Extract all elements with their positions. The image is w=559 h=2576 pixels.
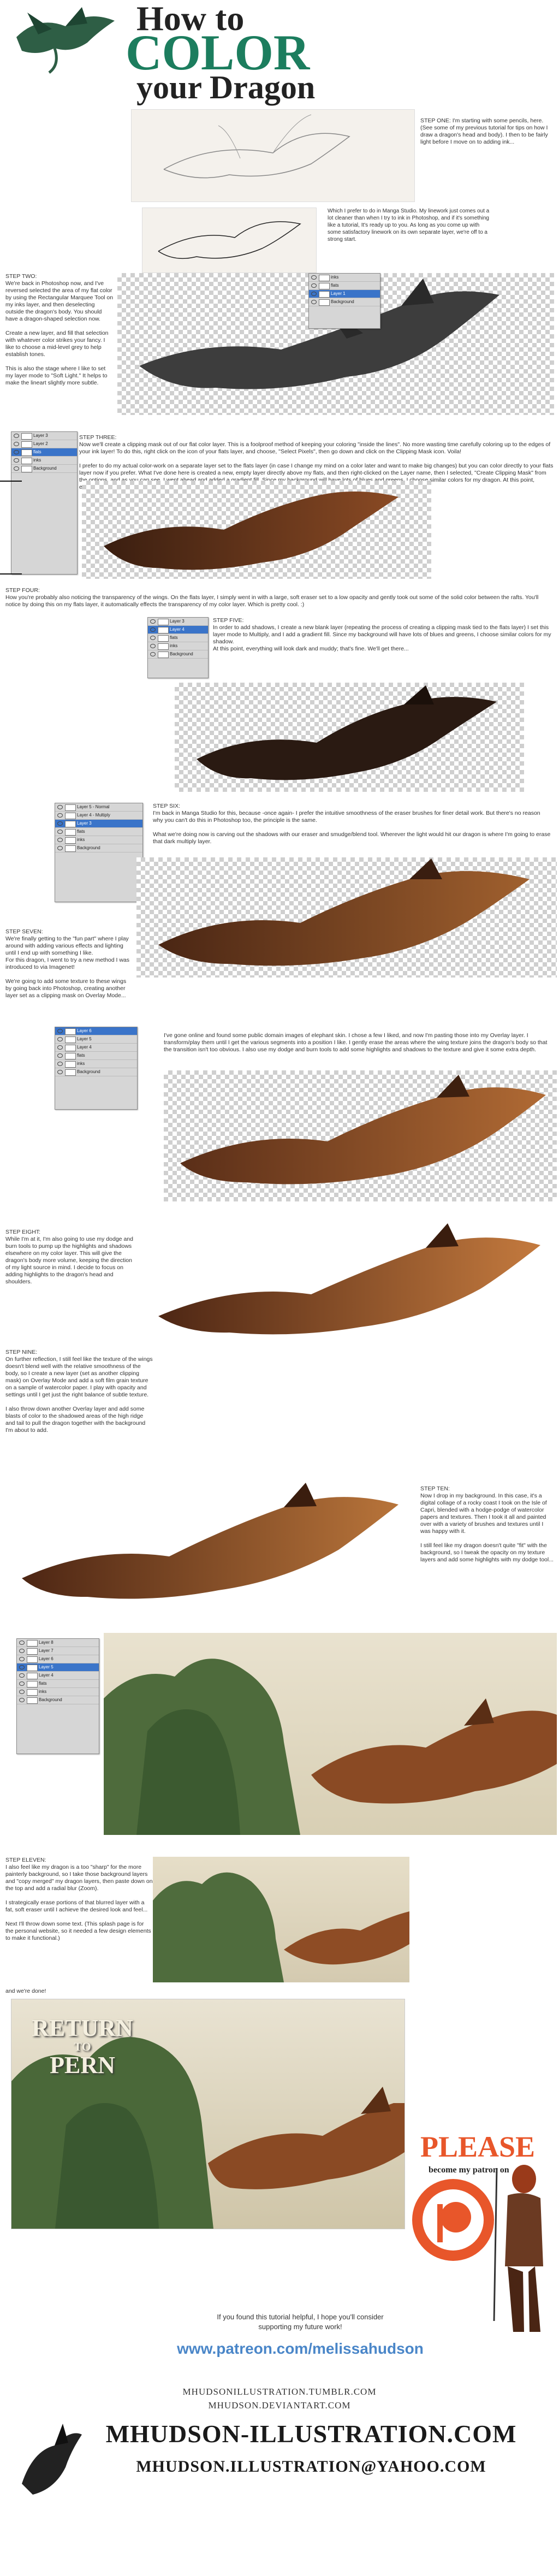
cover-title-line3: PERN <box>50 2052 115 2078</box>
layers-panel-step6: Layer 5 - Normal Layer 4 - Multiply Laye… <box>55 803 143 902</box>
dodged-dragon-image <box>142 1218 557 1354</box>
arrow-pointer-2 <box>0 573 22 575</box>
layers-panel-step5: Layer 3 Layer 4 flats inks Background <box>147 617 209 678</box>
done-text: and we're done! <box>5 1988 46 1994</box>
layers-panel-step2: inks flats Layer 1 Background <box>308 273 380 329</box>
tutorial-page: How to COLOR your Dragon STEP ONE: I'm s… <box>0 0 559 2576</box>
step6-text: STEP SIX: I'm back in Manga Studio for t… <box>153 803 551 845</box>
email-link[interactable]: MHUDSON.ILLUSTRATION@YAHOO.COM <box>71 2457 551 2476</box>
header-dragon-illustration <box>5 4 131 75</box>
website-link[interactable]: MHUDSON-ILLUSTRATION.COM <box>71 2419 551 2448</box>
support-text-line1: If you found this tutorial helpful, I ho… <box>217 2313 384 2321</box>
patreon-logo-icon <box>412 2179 494 2261</box>
cover-title-line1: RETURN <box>32 2015 133 2041</box>
step1-text: STEP ONE: I'm starting with some pencils… <box>420 117 548 145</box>
title-line3: your Dragon <box>136 69 316 105</box>
gradient-dragon-canvas <box>82 481 431 579</box>
step10-text: STEP TEN: Now I drop in my background. I… <box>420 1485 554 1563</box>
step2-text: STEP TWO: We're back in Photoshop now, a… <box>5 273 114 386</box>
title-line2: COLOR <box>126 25 310 80</box>
character-illustration <box>491 2157 551 2332</box>
step8-text: STEP EIGHT: While I'm at it, I'm also go… <box>5 1229 133 1285</box>
step5-text: STEP FIVE: In order to add shadows, I cr… <box>213 617 551 652</box>
background-scene-image <box>104 1633 557 1835</box>
patreon-url-link[interactable]: www.patreon.com/melissahudson <box>164 2340 437 2358</box>
pencil-sketch-image <box>131 109 415 202</box>
footer: MHUDSONILLUSTRATION.TUMBLR.COM MHUDSON.D… <box>0 2370 559 2576</box>
step4-text: STEP FOUR: How you're probably also noti… <box>5 587 539 608</box>
inked-sketch-image <box>142 208 317 273</box>
layers-panel-step10: Layer 8 Layer 7 Layer 6 Layer 5 Layer 4 … <box>16 1638 99 1754</box>
step1b-text: Which I prefer to do in Manga Studio. My… <box>328 208 490 242</box>
textured-dragon-canvas <box>164 1070 557 1201</box>
support-text-line2: supporting my future work! <box>258 2323 342 2331</box>
cover-title: RETURN TO PERN <box>28 2016 137 2078</box>
grain-dragon-image <box>5 1474 409 1627</box>
step11-text: STEP ELEVEN: I also feel like my dragon … <box>5 1857 153 1941</box>
step9-text: STEP NINE: On further reflection, I stil… <box>5 1349 153 1434</box>
deviantart-link[interactable]: MHUDSON.DEVIANTART.COM <box>0 2400 559 2411</box>
carved-shadows-canvas <box>136 857 557 978</box>
step7b-text: I've gone online and found some public d… <box>164 1032 548 1053</box>
blurred-scene-image <box>153 1857 409 1982</box>
cover-title-line2: TO <box>74 2040 91 2053</box>
arrow-pointer-1 <box>0 481 22 482</box>
step7-text: STEP SEVEN: We're finally getting to the… <box>5 928 130 999</box>
tumblr-link[interactable]: MHUDSONILLUSTRATION.TUMBLR.COM <box>0 2386 559 2397</box>
shadow-dragon-canvas <box>175 683 524 792</box>
final-cover-image: RETURN TO PERN <box>11 1999 405 2229</box>
layers-panel-step7: Layer 6 Layer 5 Layer 4 flats inks Backg… <box>55 1027 138 1110</box>
layers-panel-step3: Layer 3 Layer 2 flats inks Background <box>11 431 78 575</box>
